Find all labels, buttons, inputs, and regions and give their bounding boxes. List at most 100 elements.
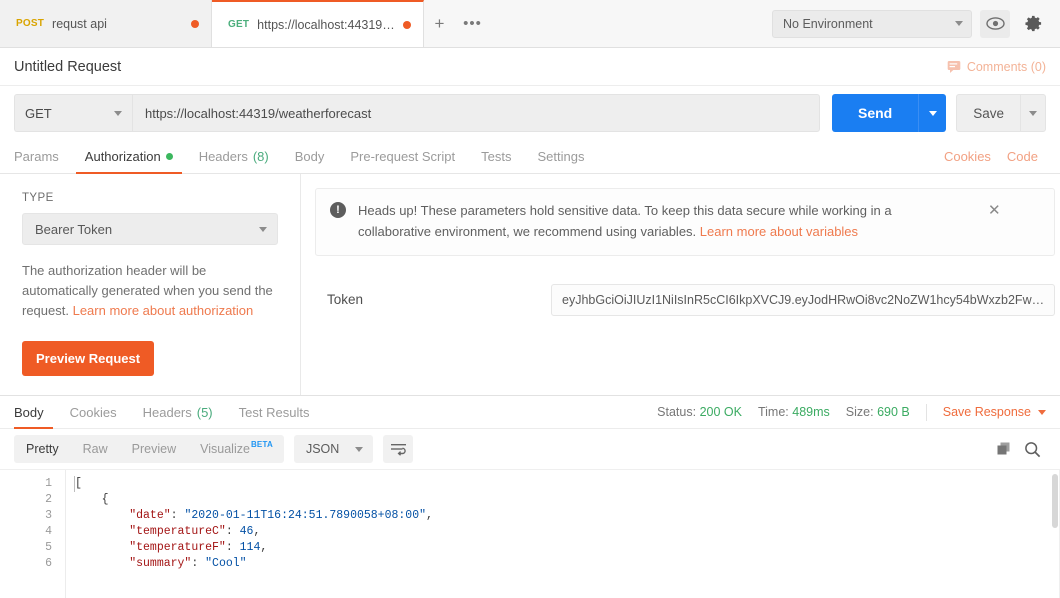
code-token: :	[191, 557, 205, 570]
time-badge: Time: 489ms	[758, 405, 830, 419]
sensitive-data-notice: ! Heads up! These parameters hold sensit…	[315, 188, 1055, 256]
cookies-link[interactable]: Cookies	[936, 140, 999, 173]
tab-authorization[interactable]: Authorization	[72, 140, 186, 173]
view-label: Preview	[132, 442, 176, 456]
response-tab-body[interactable]: Body	[14, 396, 57, 428]
authorization-set-indicator-icon	[166, 153, 173, 160]
code-token: :	[171, 509, 185, 522]
code-line: [	[74, 476, 1060, 492]
chevron-down-icon	[259, 227, 267, 232]
authorization-fields-panel: ! Heads up! These parameters hold sensit…	[301, 174, 1060, 395]
code-line: "summary": "Cool"	[74, 556, 1060, 572]
view-pretty-button[interactable]: Pretty	[14, 435, 71, 463]
postman-window: POST requst api GET https://localhost:44…	[0, 0, 1060, 598]
settings-button[interactable]	[1018, 10, 1048, 38]
environment-quick-look-button[interactable]	[980, 10, 1010, 38]
search-response-button[interactable]	[1018, 435, 1046, 463]
code-line: "temperatureF": 114,	[74, 540, 1060, 556]
eye-icon	[986, 17, 1005, 30]
wrap-text-icon	[391, 443, 406, 456]
response-format-select[interactable]: JSON	[294, 435, 373, 463]
learn-more-authorization-link[interactable]: Learn more about authorization	[73, 303, 254, 318]
code-token: {	[102, 493, 109, 506]
reqtabs-spacer	[597, 140, 936, 173]
size-value: 690 B	[877, 405, 910, 419]
wrap-lines-button[interactable]	[383, 435, 413, 463]
page-title: Untitled Request	[14, 59, 121, 75]
preview-request-button[interactable]: Preview Request	[22, 341, 154, 376]
save-options-button[interactable]	[1020, 94, 1046, 132]
view-preview-button[interactable]: Preview	[120, 435, 188, 463]
view-raw-button[interactable]: Raw	[71, 435, 120, 463]
send-button[interactable]: Send	[832, 94, 918, 132]
time-label: Time:	[758, 405, 789, 419]
comments-button[interactable]: Comments (0)	[947, 60, 1046, 74]
tab-options-button[interactable]: •••	[456, 0, 490, 47]
comment-icon	[947, 60, 961, 74]
tab-pre-request-script[interactable]: Pre-request Script	[337, 140, 468, 173]
authorization-type-panel: TYPE Bearer Token The authorization head…	[0, 174, 301, 395]
code-token: ,	[253, 525, 260, 538]
tab-count: (8)	[253, 149, 269, 164]
new-tab-button[interactable]: +	[424, 0, 456, 47]
tab-params[interactable]: Params	[14, 140, 72, 173]
save-response-button[interactable]: Save Response	[943, 405, 1046, 419]
auth-type-select[interactable]: Bearer Token	[22, 213, 278, 245]
code-token: 46	[240, 525, 254, 538]
token-row: Token eyJhbGciOiJIUzI1NiIsInR5cCI6IkpXVC…	[315, 284, 1055, 316]
tab-body[interactable]: Body	[282, 140, 338, 173]
send-options-button[interactable]	[918, 94, 946, 132]
code-token: "date"	[129, 509, 170, 522]
code-token: "Cool"	[205, 557, 246, 570]
authorization-description: The authorization header will be automat…	[22, 261, 278, 321]
search-icon	[1024, 441, 1041, 458]
tab-headers[interactable]: Headers (8)	[186, 140, 282, 173]
view-visualize-button[interactable]: Visualize BETA	[188, 435, 284, 463]
tab-title: https://localhost:44319/weathe…	[257, 18, 395, 32]
line-number: 1	[0, 476, 65, 492]
tab-label: Tests	[481, 149, 511, 164]
vertical-scrollbar[interactable]	[1052, 474, 1058, 528]
save-button[interactable]: Save	[956, 94, 1020, 132]
tab-label: Test Results	[239, 405, 310, 420]
request-tab-2[interactable]: GET https://localhost:44319/weathe…	[212, 0, 424, 47]
response-body-viewer[interactable]: 1 2 3 4 5 6 [ { "date": "2020-01-11T16:2…	[0, 469, 1060, 598]
send-button-group: Send	[832, 94, 946, 132]
tab-label: Body	[295, 149, 325, 164]
close-icon[interactable]: ✕	[980, 201, 1001, 219]
unsaved-indicator-icon	[403, 21, 411, 29]
code-token: :	[226, 541, 240, 554]
url-input[interactable]: https://localhost:44319/weatherforecast	[132, 94, 820, 132]
line-number: 4	[0, 524, 65, 540]
token-value: eyJhbGciOiJIUzI1NiIsInR5cCI6IkpXVCJ9.eyJ…	[562, 293, 1044, 307]
code-token: "temperatureF"	[129, 541, 226, 554]
learn-more-variables-link[interactable]: Learn more about variables	[700, 224, 858, 239]
json-code[interactable]: [ { "date": "2020-01-11T16:24:51.7890058…	[66, 470, 1060, 598]
response-tab-headers[interactable]: Headers (5)	[130, 396, 226, 428]
line-number: 3	[0, 508, 65, 524]
comments-label: Comments (0)	[967, 60, 1046, 74]
response-tab-cookies[interactable]: Cookies	[57, 396, 130, 428]
line-number-gutter: 1 2 3 4 5 6	[0, 470, 66, 598]
top-tab-bar: POST requst api GET https://localhost:44…	[0, 0, 1060, 48]
copy-button[interactable]	[990, 435, 1018, 463]
tab-label: Headers	[143, 405, 192, 420]
environment-selected-label: No Environment	[783, 17, 955, 31]
token-input[interactable]: eyJhbGciOiJIUzI1NiIsInR5cCI6IkpXVCJ9.eyJ…	[551, 284, 1055, 316]
environment-select[interactable]: No Environment	[772, 10, 972, 38]
http-method-value: GET	[25, 106, 114, 121]
response-tab-test-results[interactable]: Test Results	[226, 396, 323, 428]
code-line: "date": "2020-01-11T16:24:51.7890058+08:…	[74, 508, 1060, 524]
code-link[interactable]: Code	[999, 140, 1046, 173]
line-number: 5	[0, 540, 65, 556]
status-badge: Status: 200 OK	[657, 405, 742, 419]
save-button-group: Save	[956, 94, 1046, 132]
topbar-spacer	[490, 0, 772, 47]
auth-type-value: Bearer Token	[35, 222, 259, 237]
tab-tests[interactable]: Tests	[468, 140, 524, 173]
request-tab-1[interactable]: POST requst api	[0, 0, 212, 47]
tab-settings[interactable]: Settings	[524, 140, 597, 173]
tab-label: Cookies	[70, 405, 117, 420]
http-method-select[interactable]: GET	[14, 94, 132, 132]
status-label: Status:	[657, 405, 696, 419]
